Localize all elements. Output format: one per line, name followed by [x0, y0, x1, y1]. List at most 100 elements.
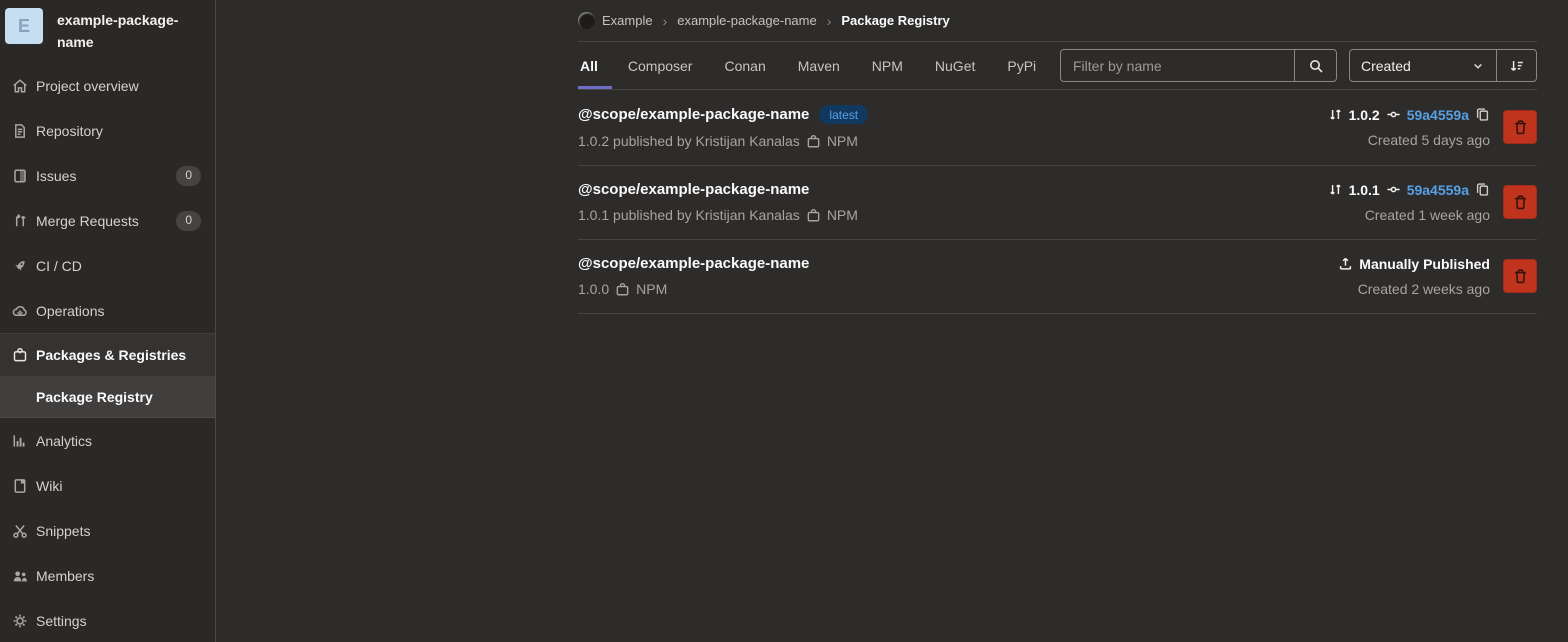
sidebar-item-package-registry[interactable]: Package Registry [0, 376, 215, 419]
sidebar-item-label: Operations [36, 302, 105, 319]
search-button[interactable] [1294, 50, 1336, 81]
tab-maven[interactable]: Maven [782, 42, 856, 89]
upload-icon [1338, 256, 1353, 271]
breadcrumb-current-page: Package Registry [841, 13, 950, 28]
tab-all[interactable]: All [578, 42, 612, 89]
sidebar-item-members[interactable]: Members [0, 553, 215, 598]
sidebar-item-packages-registries[interactable]: Packages & Registries [0, 334, 215, 376]
sidebar-item-label: Issues [36, 167, 77, 184]
trash-icon [1512, 194, 1529, 211]
package-name-link[interactable]: @scope/example-package-name [578, 255, 809, 272]
delete-package-button[interactable] [1503, 110, 1537, 144]
tab-composer[interactable]: Composer [612, 42, 709, 89]
chevron-right-icon: › [662, 12, 668, 29]
bar-chart-icon [12, 433, 28, 449]
sidebar-item-issues[interactable]: Issues 0 [0, 153, 215, 198]
package-created-date: Created 2 weeks ago [1357, 280, 1490, 297]
sidebar-item-label: Members [36, 567, 95, 584]
sort-by-label: Created [1361, 57, 1411, 74]
package-row: @scope/example-package-name 1.0.1 publis… [578, 166, 1537, 240]
package-icon [615, 282, 630, 297]
sidebar-item-label: Settings [36, 612, 87, 629]
sidebar-item-label: Snippets [36, 522, 91, 539]
tab-conan[interactable]: Conan [708, 42, 781, 89]
breadcrumb-project-link[interactable]: example-package-name [677, 13, 816, 28]
sidebar-item-label: CI / CD [36, 257, 82, 274]
issues-icon [12, 168, 28, 184]
delete-package-button[interactable] [1503, 259, 1537, 293]
issues-count-badge: 0 [176, 166, 201, 186]
versions-icon [1328, 107, 1343, 122]
package-list: @scope/example-package-name latest 1.0.2… [578, 90, 1537, 314]
sidebar-item-label: Project overview [36, 77, 139, 94]
package-type-label: NPM [826, 207, 858, 223]
chevron-down-icon [1471, 59, 1485, 73]
commit-icon [1386, 182, 1401, 197]
sort-direction-button[interactable] [1496, 50, 1536, 81]
copy-icon[interactable] [1475, 107, 1490, 122]
filter-by-name-input[interactable] [1061, 50, 1294, 81]
sidebar-item-merge-requests[interactable]: Merge Requests 0 [0, 198, 215, 243]
scissors-icon [12, 523, 28, 539]
sidebar-item-label: Analytics [36, 432, 93, 449]
package-row: @scope/example-package-name latest 1.0.2… [578, 90, 1537, 166]
sidebar-item-analytics[interactable]: Analytics [0, 418, 215, 463]
package-type-tabs-row: All Composer Conan Maven NPM NuGet PyPi … [578, 42, 1537, 90]
versions-icon [1328, 182, 1343, 197]
delete-package-button[interactable] [1503, 185, 1537, 219]
trash-icon [1512, 268, 1529, 285]
package-version: 1.0.2 [1348, 106, 1380, 123]
sidebar-item-project-overview[interactable]: Project overview [0, 63, 215, 108]
package-created-date: Created 1 week ago [1364, 206, 1490, 223]
members-icon [12, 568, 28, 584]
merge-requests-count-badge: 0 [176, 211, 201, 231]
sidebar-item-wiki[interactable]: Wiki [0, 463, 215, 508]
sidebar-item-label: Packages & Registries [36, 347, 187, 364]
package-name-link[interactable]: @scope/example-package-name [578, 181, 809, 198]
sidebar-item-ci-cd[interactable]: CI / CD [0, 243, 215, 288]
latest-tag-badge: latest [819, 105, 869, 124]
sidebar-item-operations[interactable]: Operations [0, 288, 215, 333]
commit-icon [1386, 107, 1401, 122]
package-version: 1.0.1 [1348, 181, 1380, 198]
breadcrumb-group-link[interactable]: Example [602, 13, 653, 28]
tab-nuget[interactable]: NuGet [919, 42, 991, 89]
sidebar-item-label: Package Registry [36, 388, 153, 405]
copy-icon[interactable] [1475, 182, 1490, 197]
sidebar-item-repository[interactable]: Repository [0, 108, 215, 153]
package-type-label: NPM [636, 281, 668, 297]
commit-sha-link[interactable]: 59a4559a [1407, 107, 1469, 123]
sidebar-item-snippets[interactable]: Snippets [0, 508, 215, 553]
sidebar-item-label: Wiki [36, 477, 63, 494]
sort-descending-icon [1509, 58, 1525, 74]
publish-method-label: Manually Published [1359, 255, 1490, 272]
package-publish-info: 1.0.1 published by Kristijan Kanalas [578, 207, 800, 223]
sidebar-item-label: Merge Requests [36, 212, 139, 229]
package-publish-info: 1.0.0 [578, 281, 610, 297]
merge-request-icon [12, 213, 28, 229]
group-avatar [578, 12, 595, 29]
package-icon [12, 347, 28, 363]
breadcrumb: Example › example-package-name › Package… [578, 0, 1537, 42]
cloud-gear-icon [12, 303, 28, 319]
tab-pypi[interactable]: PyPi [991, 42, 1052, 89]
project-name: example-package-name [57, 12, 179, 50]
package-publish-info: 1.0.2 published by Kristijan Kanalas [578, 133, 800, 149]
package-type-tabs: All Composer Conan Maven NPM NuGet PyPi [578, 42, 1052, 89]
project-header-link[interactable]: E example-package-name [0, 0, 215, 63]
package-icon [806, 134, 821, 149]
project-avatar: E [5, 8, 43, 44]
package-icon [806, 208, 821, 223]
sidebar-nav: Project overview Repository Issues 0 Mer… [0, 63, 215, 642]
rocket-icon [12, 258, 28, 274]
commit-sha-link[interactable]: 59a4559a [1407, 182, 1469, 198]
sort-control-group: Created [1349, 49, 1537, 82]
document-icon [12, 123, 28, 139]
filter-controls: Created [1060, 49, 1537, 82]
tab-npm[interactable]: NPM [856, 42, 919, 89]
gear-icon [12, 613, 28, 629]
home-icon [12, 78, 28, 94]
package-name-link[interactable]: @scope/example-package-name [578, 106, 809, 123]
sidebar-item-settings[interactable]: Settings [0, 598, 215, 642]
sort-by-dropdown[interactable]: Created [1350, 50, 1496, 81]
